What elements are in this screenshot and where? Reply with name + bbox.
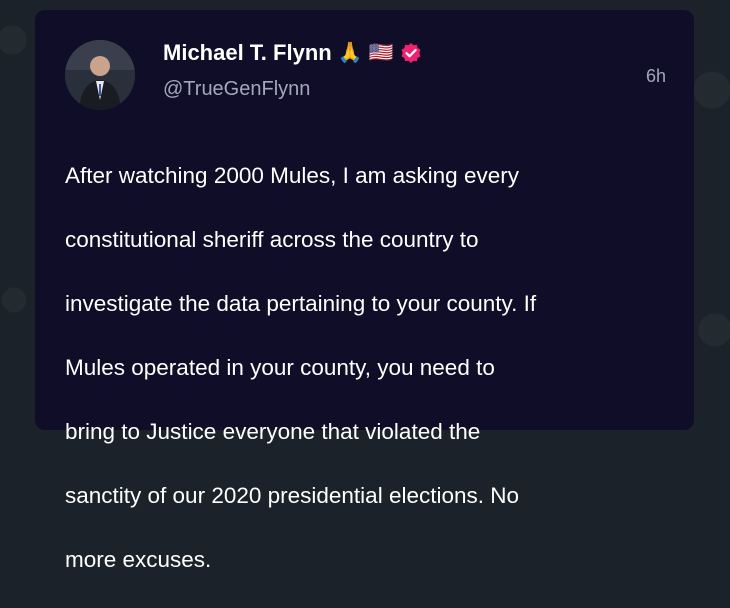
post-body-line: investigate the data pertaining to your … xyxy=(65,291,537,316)
post-card[interactable]: Michael T. Flynn 🙏 🇺🇸 @TrueGenFlynn 6h A… xyxy=(35,10,694,572)
post-body-line: Mules operated in your county, you need … xyxy=(65,355,495,380)
avatar-image xyxy=(65,40,135,110)
post-body-line: more excuses. xyxy=(65,547,212,572)
post-timestamp: 6h xyxy=(645,66,666,86)
praying-hands-emoji: 🙏 xyxy=(337,42,363,64)
post-body-line: constitutional sheriff across the countr… xyxy=(65,227,479,252)
us-flag-emoji: 🇺🇸 xyxy=(368,42,394,64)
post-body-line: bring to Justice everyone that violated … xyxy=(65,419,481,444)
post-body-line: sanctity of our 2020 presidential electi… xyxy=(65,483,520,508)
avatar[interactable] xyxy=(65,40,135,110)
post-body: After watching 2000 Mules, I am asking e… xyxy=(65,128,665,608)
verified-badge-icon xyxy=(400,42,422,64)
author-name[interactable]: Michael T. Flynn xyxy=(163,40,332,66)
author-handle[interactable]: @TrueGenFlynn xyxy=(163,78,310,101)
post-body-line: After watching 2000 Mules, I am asking e… xyxy=(65,163,519,188)
author-row: Michael T. Flynn 🙏 🇺🇸 xyxy=(163,38,422,68)
